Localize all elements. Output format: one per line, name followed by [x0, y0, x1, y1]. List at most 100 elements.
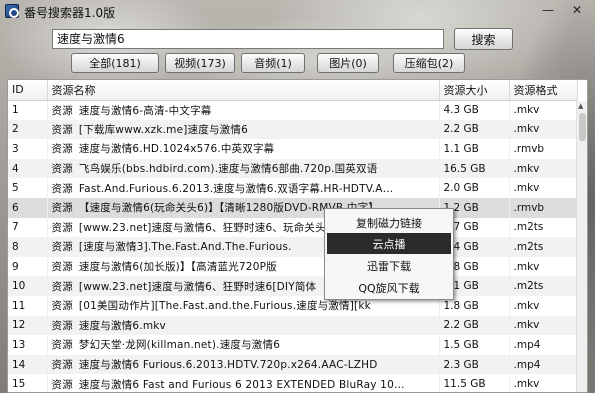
cell-id: 11 [8, 295, 48, 316]
resource-name: 速度与激情6.HD.1024x576.中英双字幕 [78, 143, 275, 156]
source-label: 资源 [51, 143, 73, 156]
table-header-row: ID 资源名称 资源大小 资源格式 [8, 80, 578, 101]
source-label: 资源 [51, 280, 73, 293]
cell-format: .m2ts [509, 276, 578, 296]
cell-format: .rmvb [509, 139, 578, 159]
scroll-thumb[interactable] [579, 113, 586, 141]
cell-id: 8 [8, 237, 48, 257]
cell-format: .mkv [509, 119, 578, 140]
table-row[interactable]: 15 资源 速度与激情6 Fast and Furious 6 2013 EXTEN… [8, 374, 578, 392]
resource-name: 速度与激情6 Furious.6.2013.HDTV.720p.x264.AAC… [78, 359, 378, 372]
cell-id: 9 [8, 256, 48, 277]
close-button[interactable]: ✕ [566, 0, 588, 20]
source-label: 资源 [51, 202, 73, 215]
column-header-id[interactable]: ID [8, 80, 48, 101]
cell-id: 7 [8, 217, 48, 238]
cell-id: 15 [8, 374, 48, 392]
cell-name: 资源 速度与激情6.HD.1024x576.中英双字幕 [47, 139, 440, 159]
search-input[interactable]: 速度与激情6 [52, 29, 444, 49]
cell-size: 2.3 GB [439, 354, 510, 375]
cell-format: .m2ts [509, 237, 578, 257]
table-row[interactable]: 12 资源 速度与激情6.mkv 2.2 GB .mkv [8, 315, 578, 336]
menu-item-thunder-download[interactable]: 迅雷下载 [327, 255, 451, 276]
column-header-size[interactable]: 资源大小 [439, 80, 510, 101]
resource-name: 速度与激情6.mkv [78, 319, 166, 332]
app-icon [5, 4, 19, 18]
source-label: 资源 [51, 163, 73, 176]
tab-archive[interactable]: 压缩包(2) [393, 53, 465, 73]
cell-id: 4 [8, 158, 48, 179]
cell-size: 1.1 GB [439, 139, 510, 159]
cell-format: .rmvb [509, 197, 578, 218]
source-label: 资源 [51, 300, 73, 313]
resource-name: [速度与激情3].The.Fast.And.The.Furious. [78, 241, 292, 254]
resource-name: 速度与激情6 Fast and Furious 6 2013 EXTENDED … [78, 378, 405, 391]
cell-name: 资源 Fast.And.Furious.6.2013.速度与激情6.双语字幕.HR… [47, 178, 440, 198]
table-row[interactable]: 14 资源 速度与激情6 Furious.6.2013.HDTV.720p.x264… [8, 354, 578, 375]
menu-item-cloud-play[interactable]: 云点播 [327, 233, 451, 254]
table-row[interactable]: 4 资源 飞鸟娱乐(bbs.hdbird.com).速度与激情6部曲.720p.国英… [8, 158, 578, 179]
menu-item-qq-download[interactable]: QQ旋风下载 [327, 277, 451, 298]
resource-name: 梦幻天堂·龙网(killman.net).速度与激情6 [78, 339, 281, 352]
table-row[interactable]: 3 资源 速度与激情6.HD.1024x576.中英双字幕 1.1 GB .rmvb [8, 139, 578, 159]
vertical-scrollbar[interactable]: ▲ [576, 101, 587, 392]
menu-item-copy-magnet[interactable]: 复制磁力链接 [327, 212, 451, 233]
cell-size: 11.5 GB [439, 374, 510, 392]
minimize-button[interactable]: — [537, 0, 559, 20]
tab-all[interactable]: 全部(181) [71, 53, 159, 73]
scroll-up-icon[interactable]: ▲ [578, 102, 583, 110]
table-row[interactable]: 2 资源 [下载库www.xzk.me]速度与激情6 2.2 GB .mkv [8, 119, 578, 140]
cell-format: .m2ts [509, 217, 578, 238]
cell-format: .mkv [509, 100, 578, 120]
tab-video[interactable]: 视频(173) [165, 53, 235, 73]
cell-format: .mkv [509, 374, 578, 392]
cell-id: 1 [8, 100, 48, 120]
table-row[interactable]: 7 资源 [www.23.net]速度与激情6、狂野时速6、玩命关头6 3.7 GB.… [8, 217, 578, 238]
cell-name: 资源 速度与激情6.mkv [47, 315, 440, 336]
cell-name: 资源 速度与激情6 Furious.6.2013.HDTV.720p.x264.A… [47, 354, 440, 375]
source-label: 资源 [51, 319, 73, 332]
cell-id: 6 [8, 197, 48, 218]
title-bar[interactable]: 番号搜索器1.0版 — ✕ [0, 0, 595, 24]
cell-id: 10 [8, 276, 48, 296]
cell-size: 2.2 GB [439, 119, 510, 140]
cell-format: .mkv [509, 315, 578, 336]
search-button[interactable]: 搜索 [454, 28, 513, 50]
cell-size: 2.0 GB [439, 178, 510, 198]
cell-name: 资源 飞鸟娱乐(bbs.hdbird.com).速度与激情6部曲.720p.国英双… [47, 158, 440, 179]
cell-id: 3 [8, 139, 48, 159]
cell-name: 资源 速度与激情6-高清-中文字幕 [47, 100, 440, 120]
source-label: 资源 [51, 182, 73, 195]
tab-image[interactable]: 图片(0) [317, 53, 379, 73]
cell-name: 资源 速度与激情6 Fast and Furious 6 2013 EXTENDE… [47, 374, 440, 392]
cell-size: 1.5 GB [439, 335, 510, 355]
source-label: 资源 [51, 378, 73, 391]
source-label: 资源 [51, 339, 73, 352]
resource-name: [下载库www.xzk.me]速度与激情6 [78, 123, 248, 136]
cell-id: 13 [8, 335, 48, 355]
column-header-name[interactable]: 资源名称 [47, 80, 440, 101]
cell-size: 4.3 GB [439, 100, 510, 120]
resource-name: 速度与激情6(加长版)】【高清蓝光720P版 [78, 261, 277, 274]
tab-audio[interactable]: 音频(1) [241, 53, 305, 73]
cell-name: 资源 [下载库www.xzk.me]速度与激情6 [47, 119, 440, 140]
cell-format: .mkv [509, 178, 578, 198]
table-row[interactable]: 10 资源 [www.23.net]速度与激情6、狂野时速6[DIY简体 1.1 GB… [8, 276, 578, 296]
table-row[interactable]: 5 资源 Fast.And.Furious.6.2013.速度与激情6.双语字幕.H… [8, 178, 578, 198]
column-header-format[interactable]: 资源格式 [509, 80, 578, 101]
cell-size: 16.5 GB [439, 158, 510, 179]
source-label: 资源 [51, 104, 73, 117]
table-row[interactable]: 6 资源 【速度与激情6(玩命关头6)】【清晰1280版DVD-RMVB.中字】 1.… [8, 197, 578, 218]
results-table[interactable]: ID 资源名称 资源大小 资源格式 1 资源 速度与激情6-高清-中文字幕 4.3 G… [7, 79, 588, 393]
cell-format: .mkv [509, 295, 578, 316]
table-row[interactable]: 9 资源 速度与激情6(加长版)】【高清蓝光720P版 2.8 GB .mkv [8, 256, 578, 277]
cell-id: 14 [8, 354, 48, 375]
table-row[interactable]: 13 资源 梦幻天堂·龙网(killman.net).速度与激情6 1.5 GB .mp… [8, 335, 578, 355]
table-row[interactable]: 1 资源 速度与激情6-高清-中文字幕 4.3 GB .mkv [8, 100, 578, 120]
resource-name: [www.23.net]速度与激情6、狂野时速6[DIY简体 [78, 280, 317, 293]
cell-name: 资源 梦幻天堂·龙网(killman.net).速度与激情6 [47, 335, 440, 355]
source-label: 资源 [51, 123, 73, 136]
source-label: 资源 [51, 261, 73, 274]
table-row[interactable]: 8 资源 [速度与激情3].The.Fast.And.The.Furious. 4.4… [8, 237, 578, 257]
table-row[interactable]: 11 资源 [01美国动作片][The.Fast.and.the.Furious.速… [8, 295, 578, 316]
